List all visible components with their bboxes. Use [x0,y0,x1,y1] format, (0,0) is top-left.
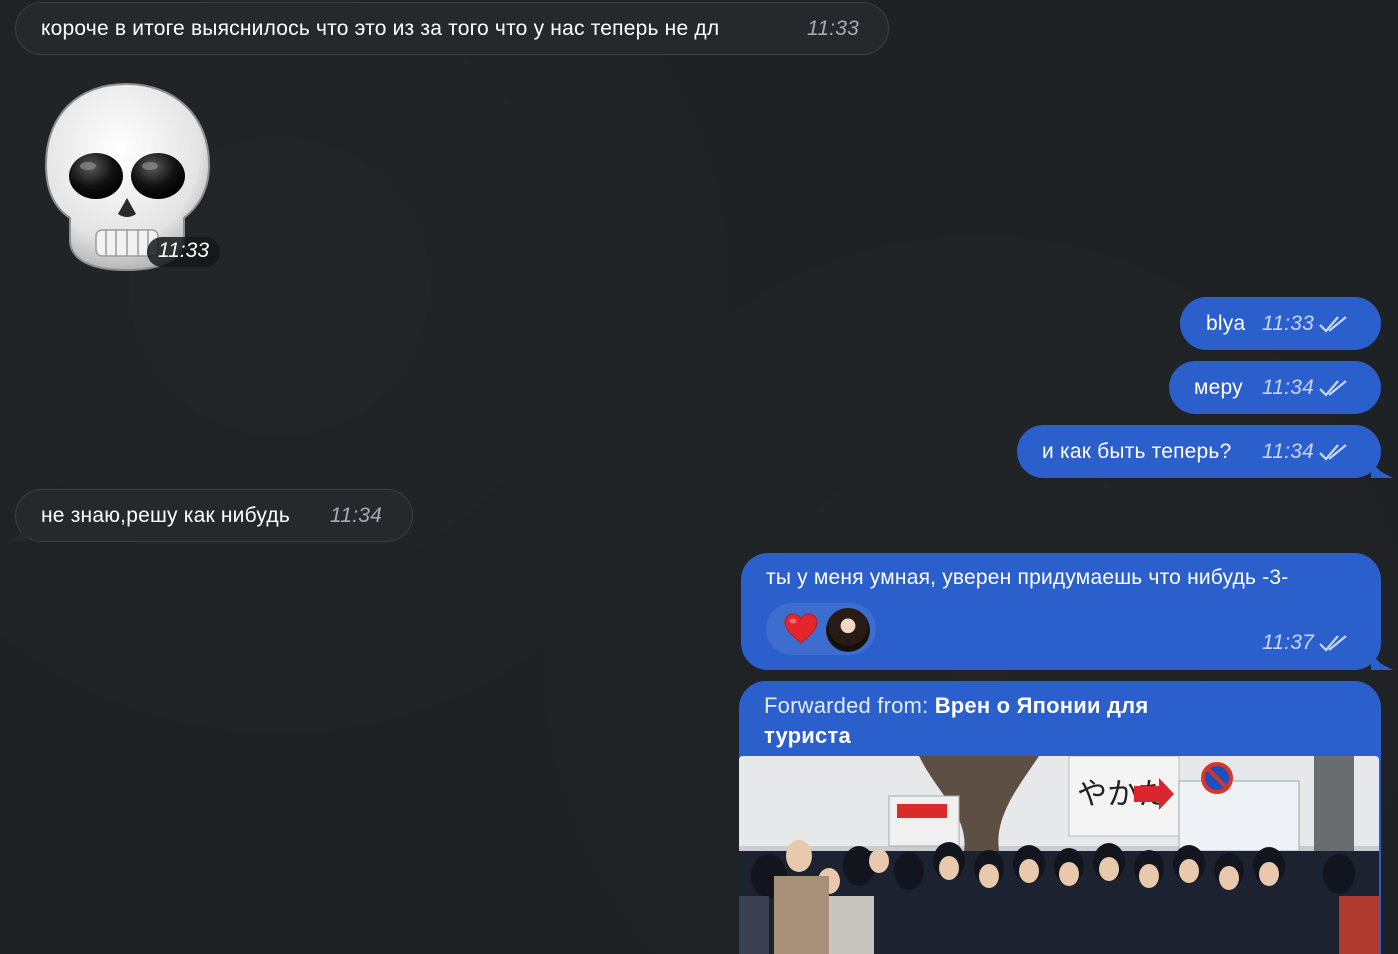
forwarded-message[interactable]: Forwarded from: Врен о Японии для турист… [739,681,1381,954]
message-time: 11:37 [1262,631,1348,655]
outgoing-message[interactable]: ты у меня умная, уверен придумаешь что н… [741,553,1381,670]
message-time: 11:33 [807,16,859,40]
message-text: меру [1194,375,1243,399]
forward-header: Forwarded from: Врен о Японии для турист… [764,691,1224,751]
reaction-pill[interactable] [766,603,876,655]
double-check-icon [1319,444,1347,461]
outgoing-message[interactable]: меру 11:34 [1169,361,1381,414]
forward-source[interactable]: Врен о Японии для [935,693,1149,718]
message-time: 11:34 [1262,376,1348,400]
incoming-message[interactable]: не знаю,решу как нибудь 11:34 [15,489,413,542]
crowd-photo: やかた [739,756,1379,954]
forward-label: Forwarded from: [764,693,929,718]
message-text: не знаю,решу как нибудь [41,503,290,527]
heart-icon [784,613,818,644]
forwarded-photo[interactable]: やかた [739,756,1379,954]
sticker-time: 11:33 [147,237,220,267]
message-text: и как быть теперь? [1042,439,1232,463]
double-check-icon [1319,316,1347,333]
message-time: 11:33 [1262,312,1348,336]
outgoing-message[interactable]: и как быть теперь? 11:34 [1017,425,1381,478]
outgoing-message[interactable]: blya 11:33 [1180,297,1381,350]
avatar[interactable] [826,608,870,652]
message-text: короче в итоге выяснилось что это из за … [41,16,720,40]
message-time: 11:34 [330,503,382,527]
incoming-message[interactable]: короче в итоге выяснилось что это из за … [15,2,889,55]
chat-history: короче в итоге выяснилось что это из за … [0,0,1398,954]
message-text: ты у меня умная, уверен придумаешь что н… [766,566,1289,589]
message-time: 11:34 [1262,440,1348,464]
double-check-icon [1319,380,1347,397]
forward-source[interactable]: туриста [764,723,851,748]
double-check-icon [1319,635,1347,653]
message-text: blya [1206,311,1246,335]
